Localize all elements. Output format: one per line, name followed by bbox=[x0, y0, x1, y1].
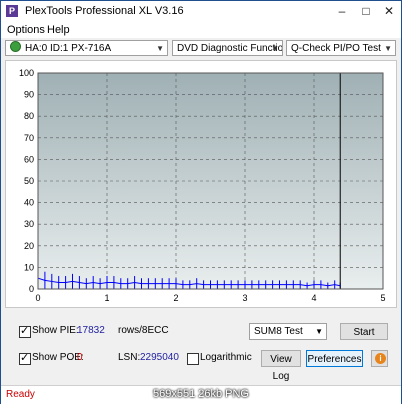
info-icon: i bbox=[375, 353, 386, 364]
function-select-value: DVD Diagnostic Functions bbox=[177, 43, 283, 54]
test-mode-value: SUM8 Test bbox=[254, 326, 303, 337]
preferences-button[interactable]: Preferences bbox=[306, 350, 363, 367]
chevron-down-icon: ▼ bbox=[315, 327, 323, 336]
toolbar: HA:0 ID:1 PX-716A ▼ DVD Diagnostic Funct… bbox=[1, 38, 401, 60]
logarithmic-label: Logarithmic bbox=[200, 352, 252, 363]
menu-options[interactable]: Options bbox=[7, 24, 45, 36]
menu-bar: Options Help bbox=[1, 22, 401, 38]
main-window: P PlexTools Professional XL V3.16 – □ ✕ … bbox=[0, 0, 402, 404]
minimize-button[interactable]: – bbox=[332, 3, 352, 19]
y-tick-label: 70 bbox=[24, 133, 34, 143]
maximize-button[interactable]: □ bbox=[356, 3, 376, 19]
y-tick-label: 40 bbox=[24, 198, 34, 208]
lsn-value: 2295040 bbox=[140, 352, 179, 363]
chart-panel: 0 10 20 30 40 50 60 70 80 90 100 0 1 2 3 4 5 bbox=[5, 60, 397, 308]
y-tick-label: 20 bbox=[24, 241, 34, 251]
x-tick-label: 4 bbox=[311, 293, 316, 303]
drive-select-value: HA:0 ID:1 PX-716A bbox=[25, 43, 112, 54]
y-tick-label: 80 bbox=[24, 111, 34, 121]
image-info-watermark: 569x551 26kb PNG bbox=[152, 388, 249, 400]
test-select-value: Q-Check PI/PO Test bbox=[291, 43, 381, 54]
y-tick-label: 100 bbox=[19, 68, 34, 78]
pie-value: 17832 bbox=[77, 325, 105, 336]
y-tick-label: 50 bbox=[24, 176, 34, 186]
x-tick-label: 5 bbox=[380, 293, 385, 303]
start-button[interactable]: Start bbox=[340, 323, 388, 340]
view-log-button[interactable]: View Log bbox=[261, 350, 301, 382]
title-bar: P PlexTools Professional XL V3.16 – □ ✕ bbox=[1, 1, 401, 22]
show-poe-label: Show POE: bbox=[32, 352, 84, 363]
x-tick-label: 0 bbox=[35, 293, 40, 303]
plot-area bbox=[38, 73, 383, 289]
show-pie-label: Show PIE: bbox=[32, 325, 79, 336]
logarithmic-checkbox[interactable] bbox=[187, 353, 199, 365]
y-tick-label: 90 bbox=[24, 90, 34, 100]
show-pie-checkbox[interactable] bbox=[19, 324, 31, 338]
x-tick-label: 2 bbox=[173, 293, 178, 303]
chevron-down-icon: ▼ bbox=[271, 44, 279, 53]
x-tick-label: 1 bbox=[104, 293, 109, 303]
close-button[interactable]: ✕ bbox=[379, 3, 399, 19]
show-poe-checkbox[interactable] bbox=[19, 351, 31, 365]
pie-unit: rows/8ECC bbox=[118, 325, 169, 336]
drive-select[interactable]: HA:0 ID:1 PX-716A ▼ bbox=[5, 40, 168, 56]
lsn-label: LSN: bbox=[118, 352, 141, 363]
y-tick-label: 60 bbox=[24, 154, 34, 164]
menu-help[interactable]: Help bbox=[47, 24, 70, 36]
test-mode-select[interactable]: SUM8 Test ▼ bbox=[249, 323, 327, 340]
test-select[interactable]: Q-Check PI/PO Test ▼ bbox=[286, 40, 396, 56]
pipo-chart: 0 10 20 30 40 50 60 70 80 90 100 0 1 2 3 4 5 bbox=[19, 68, 386, 303]
y-tick-label: 30 bbox=[24, 219, 34, 229]
window-title: PlexTools Professional XL V3.16 bbox=[25, 5, 184, 17]
info-button[interactable]: i bbox=[371, 350, 388, 367]
x-tick-label: 3 bbox=[242, 293, 247, 303]
app-icon: P bbox=[6, 5, 18, 17]
poe-value: 0 bbox=[77, 352, 83, 363]
y-tick-label: 0 bbox=[29, 284, 34, 294]
controls-panel: Show PIE: 17832 rows/8ECC SUM8 Test ▼ St… bbox=[1, 309, 401, 382]
y-tick-label: 10 bbox=[24, 262, 34, 272]
function-select[interactable]: DVD Diagnostic Functions ▼ bbox=[172, 40, 283, 56]
chevron-down-icon: ▼ bbox=[156, 44, 164, 53]
chevron-down-icon: ▼ bbox=[384, 44, 392, 53]
drive-icon bbox=[10, 41, 21, 52]
